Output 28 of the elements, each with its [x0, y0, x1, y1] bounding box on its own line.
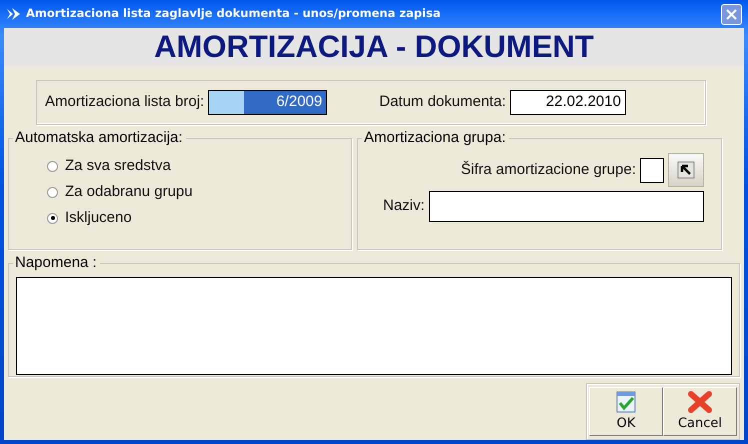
- ok-button[interactable]: OK: [589, 387, 663, 436]
- close-icon: [687, 390, 713, 414]
- group-legend: Automatska amortizacija:: [13, 129, 186, 147]
- number-field[interactable]: 6/2009: [208, 90, 328, 115]
- radio-label: Za sva sredstva: [65, 156, 171, 176]
- field-label: Amortizaciona lista broj:: [45, 92, 204, 112]
- radio-button[interactable]: [47, 212, 58, 224]
- app-icon: [6, 7, 22, 21]
- close-button[interactable]: [721, 4, 742, 24]
- checkmark-document-icon: [614, 390, 638, 414]
- window-title: Amortizaciona lista zaglavlje dokumenta - unos/promena zapisa: [26, 5, 441, 22]
- field-label: Šifra amortizacione grupe:: [460, 160, 636, 180]
- group-legend: Amortizaciona grupa:: [362, 129, 509, 147]
- radio-button[interactable]: [47, 160, 58, 172]
- date-field[interactable]: 22.02.2010: [510, 90, 626, 115]
- radio-label: Za odabranu grupu: [65, 182, 193, 202]
- name-field[interactable]: [428, 191, 704, 222]
- heading: AMORTIZACIJA - DOKUMENT: [154, 28, 594, 66]
- field-label: Naziv:: [383, 196, 425, 216]
- close-icon: [725, 8, 738, 20]
- field-label: Datum dokumenta:: [379, 92, 506, 112]
- radio-label: Iskljuceno: [65, 208, 132, 228]
- group-legend: Napomena :: [13, 254, 100, 272]
- radio-button[interactable]: [47, 186, 58, 198]
- cancel-button[interactable]: Cancel: [663, 387, 737, 436]
- code-field[interactable]: [640, 158, 664, 182]
- note-field[interactable]: [16, 277, 732, 375]
- select-button[interactable]: [668, 153, 704, 187]
